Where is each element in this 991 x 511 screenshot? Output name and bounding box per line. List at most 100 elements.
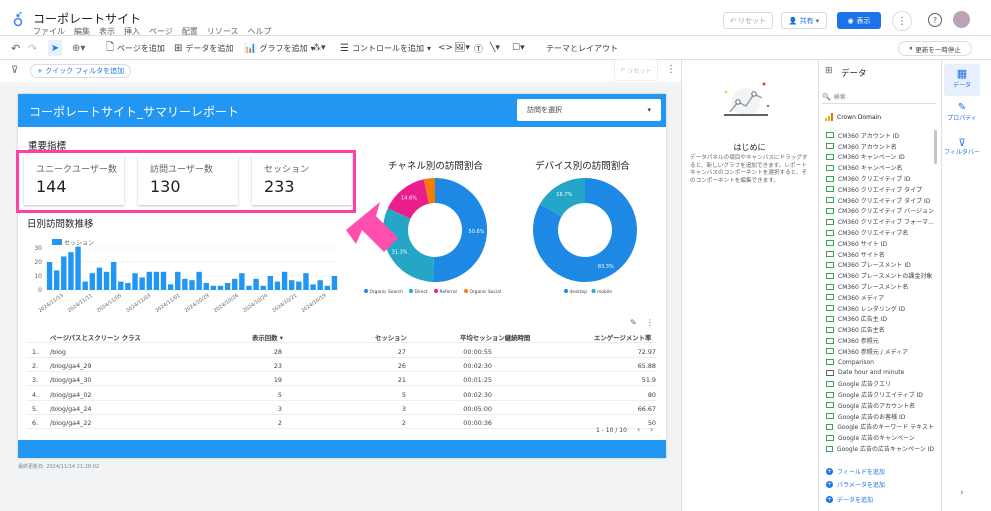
bar [267, 276, 274, 290]
field-item[interactable]: CM360 クリエイティブ フォーマ… [826, 216, 934, 227]
field-item[interactable]: CM360 参照元 / メディア [826, 346, 934, 357]
table-row[interactable]: 5. /blog/ga4_24 3 3 00:05:00 66.67 [26, 401, 656, 415]
field-item[interactable]: CM360 クリエイティブ タイプ ID [826, 195, 934, 206]
field-item[interactable]: CM360 プレースメント名 [826, 281, 934, 292]
table-row[interactable]: 1. /blog 28 27 00:00:55 72.97 [26, 344, 656, 358]
code-icon[interactable]: <> [438, 40, 453, 56]
col-avg-duration[interactable]: 平均セッション継続時間 [460, 333, 530, 342]
select-tool-icon[interactable]: ➤ [48, 40, 62, 56]
field-item[interactable]: CM360 広告主 ID [826, 314, 934, 325]
filter-reset-button[interactable]: ↶ リセット [614, 59, 658, 81]
col-page[interactable]: ページパスとスクリーン クラス [50, 333, 141, 342]
add-data-button[interactable]: ⊞ データを追加 [174, 40, 233, 56]
zoom-icon[interactable]: ⊕▾ [72, 40, 85, 56]
add-data-source-button[interactable]: + データを追加 [826, 495, 873, 504]
filter-icon[interactable]: ⊽ [11, 65, 18, 76]
field-item[interactable]: CM360 プレースメント ID [826, 260, 934, 271]
field-item[interactable]: Google 広告のアカウント名 [826, 400, 934, 411]
text-icon[interactable]: Ⓣ [474, 40, 483, 56]
field-item[interactable]: CM360 レンダリング ID [826, 303, 934, 314]
add-field-button[interactable]: + フィールドを追加 [826, 467, 885, 476]
avatar[interactable] [953, 11, 970, 28]
dimension-icon [826, 229, 834, 236]
daily-bar-chart[interactable]: 01020302024/11/13 2024/11/11 2024/11/05 202… [24, 244, 344, 316]
field-label: CM360 クリエイティブ名 [838, 230, 909, 238]
dimension-icon [826, 391, 834, 398]
field-item[interactable]: CM360 広告主名 [826, 324, 934, 335]
field-item[interactable]: Google 広告のキャンペーン [826, 432, 934, 443]
field-item[interactable]: CM360 クリエイティブ ID [826, 173, 934, 184]
add-page-button[interactable]: 🗋 ページを追加 [106, 40, 165, 56]
field-item[interactable]: CM360 メディア [826, 292, 934, 303]
add-control-button[interactable]: ☰ コントロールを追加 ▾ [340, 40, 431, 56]
analytics-icon [825, 113, 833, 121]
data-source-row[interactable]: Crown Domain [825, 113, 881, 121]
col-sessions[interactable]: セッション [375, 333, 407, 342]
calendar-icon [826, 369, 834, 376]
community-viz-button[interactable]: ⁂▾ [312, 40, 326, 56]
dimension-icon [826, 218, 834, 225]
next-page-icon[interactable]: › [650, 425, 653, 434]
table-row[interactable]: 4. /blog/ga4_02 5 5 00:02:30 80 [26, 387, 656, 401]
kpi-highlight-box [16, 150, 356, 213]
field-item[interactable]: CM360 参照元 [826, 335, 934, 346]
visit-select-dropdown[interactable]: 訪問を選択 ▾ [517, 99, 661, 121]
field-item[interactable]: Google 広告クリエイティブ ID [826, 389, 934, 400]
filter-icon: ⊽ [958, 138, 966, 149]
table-edit-icon[interactable]: ✎ [630, 318, 637, 327]
theme-layout-button[interactable]: テーマとレイアウト [546, 40, 618, 56]
tab-filter-bar[interactable]: ⊽ フィルタバー [944, 138, 980, 172]
device-donut-chart[interactable]: 83.3% 16.7% desktop mobile [510, 170, 660, 300]
tab-properties[interactable]: ✎ プロパティ [944, 102, 980, 132]
pause-update-button[interactable]: ⏸ 更新を一時停止 [898, 41, 972, 56]
chart-icon: 📊 [244, 42, 257, 54]
field-item[interactable]: CM360 クリエイティブ タイプ [826, 184, 934, 195]
prev-page-icon[interactable]: ‹ [637, 425, 640, 434]
field-item[interactable]: Google 広告の広告キャンペーン ID [826, 443, 934, 454]
field-item[interactable]: Google 広告のキーワード テキスト [826, 422, 934, 433]
field-item[interactable]: CM360 アカウント ID [826, 130, 934, 141]
col-engagement[interactable]: エンゲージメント率 [594, 333, 651, 342]
field-item[interactable]: Date hour and minute [826, 368, 934, 379]
image-icon[interactable]: 🖼▾ [454, 40, 470, 56]
field-item[interactable]: Google 広告のお客様 ID [826, 411, 934, 422]
line-icon[interactable]: ╲▾ [490, 40, 500, 56]
field-item[interactable]: Google 広告クエリ [826, 378, 934, 389]
report-title[interactable]: コーポレートサイト [33, 10, 141, 27]
field-item[interactable]: CM360 サイト名 [826, 249, 934, 260]
field-item[interactable]: CM360 キャンペーン名 [826, 162, 934, 173]
tab-data[interactable]: ▦ データ [944, 64, 980, 96]
collapse-panel-icon[interactable]: › [960, 488, 964, 498]
add-parameter-button[interactable]: + パラメータを追加 [826, 480, 885, 489]
more-vert-icon[interactable]: ⋮ [892, 11, 912, 31]
field-item[interactable]: CM360 クリエイティブ バージョン [826, 206, 934, 217]
add-circle-icon: + [826, 481, 833, 488]
reset-button[interactable]: ↶ リセット [723, 12, 773, 29]
field-item[interactable]: CM360 キャンペーン ID [826, 152, 934, 163]
field-item[interactable]: Comparison [826, 357, 934, 368]
table-cell: 00:00:55 [463, 348, 492, 356]
field-scrollbar[interactable] [934, 130, 937, 164]
undo-icon[interactable]: ↶ [11, 40, 20, 56]
field-item[interactable]: CM360 クリエイティブ名 [826, 227, 934, 238]
field-item[interactable]: CM360 サイト ID [826, 238, 934, 249]
chevron-down-icon: ▾ [815, 16, 820, 25]
table-row[interactable]: 6./blog/ga4_22 2 2 00:00:36 50 [26, 415, 656, 429]
field-item[interactable]: CM360 アカウント名 [826, 141, 934, 152]
search-input[interactable]: 検索 [834, 92, 846, 101]
table-row[interactable]: 3. /blog/ga4_30 19 21 00:01:25 51.9 [26, 372, 656, 387]
redo-icon[interactable]: ↷ [28, 40, 37, 56]
add-chart-button[interactable]: 📊 グラフを追加 ▾ [244, 40, 314, 56]
quick-filter-button[interactable]: + クイック フィルタを追加 [30, 64, 132, 78]
shape-icon[interactable]: ☐▾ [512, 40, 525, 56]
help-icon[interactable]: ? [928, 13, 942, 27]
share-button[interactable]: 👤 共有 ▾ [781, 12, 827, 29]
looker-logo-icon[interactable] [13, 11, 23, 31]
filter-more-icon[interactable]: ⋮ [666, 64, 676, 75]
col-views[interactable]: 表示回数 ▾ [252, 333, 283, 342]
table-row[interactable]: 2. /blog/ga4_29 23 26 00:02:30 65.88 [26, 358, 656, 373]
field-item[interactable]: CM360 プレースメントの課金対象 [826, 270, 934, 281]
table-more-icon[interactable]: ⋮ [646, 318, 654, 327]
search-field[interactable]: 🔍 検索 [822, 90, 936, 104]
view-button[interactable]: ◉ 表示 [837, 12, 881, 29]
